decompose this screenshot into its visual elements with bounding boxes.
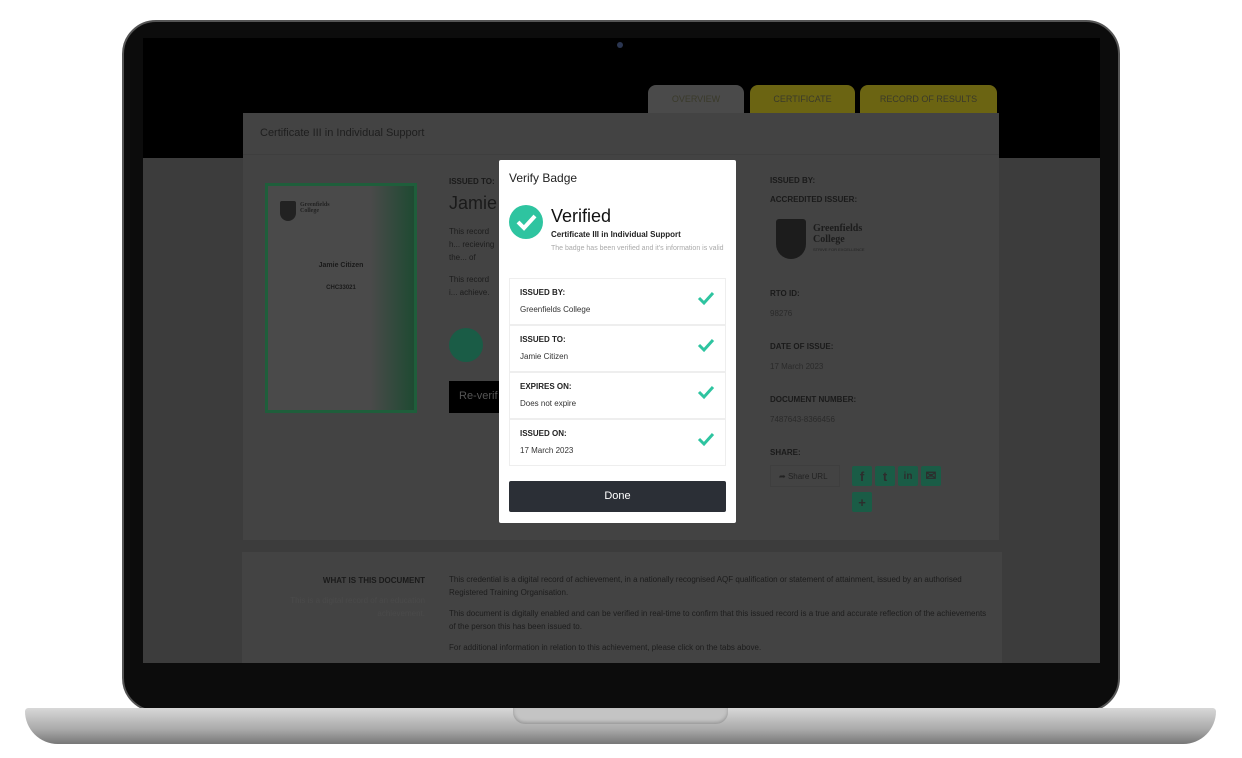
badge-subtitle: Certificate III in Individual Support — [551, 230, 681, 239]
verified-status: Verified — [551, 206, 612, 226]
college-logo-icon — [776, 219, 806, 259]
verify-row: ISSUED BY: Greenfields College — [509, 278, 726, 325]
row-label: ISSUED BY: — [520, 288, 566, 297]
email-icon[interactable]: ✉ — [921, 466, 941, 486]
rto-value: 98276 — [770, 309, 793, 318]
doc-number-label: DOCUMENT NUMBER: — [770, 395, 857, 404]
row-label: ISSUED TO: — [520, 335, 566, 344]
check-icon — [697, 338, 715, 353]
plus-icon[interactable]: + — [852, 492, 872, 512]
about-heading: WHAT IS THIS DOCUMENT — [322, 576, 425, 585]
doc-number-value: 7487643-8366456 — [770, 415, 835, 424]
accredited-issuer-label: ACCREDITED ISSUER: — [770, 195, 858, 204]
tab-certificate[interactable]: CERTIFICATE — [750, 85, 855, 113]
issued-to-label: ISSUED TO: — [449, 177, 495, 186]
college-logo-tagline: STRIVE FOR EXCELLENCE — [813, 247, 865, 252]
about-subtitle: This is a digital record of an education… — [290, 596, 425, 618]
twitter-icon[interactable]: t — [875, 466, 895, 486]
verify-badge-modal: Verify Badge Verified Certificate III in… — [499, 160, 736, 523]
date-label: DATE OF ISSUE: — [770, 342, 834, 351]
about-section: WHAT IS THIS DOCUMENT This is a digital … — [242, 552, 1002, 663]
college-logo-name: Greenfields College — [813, 223, 863, 245]
cert-college: Greenfields College — [300, 202, 330, 214]
record-description-2: This record i... achieve. — [449, 275, 490, 297]
recipient-name: Jamie — [449, 193, 498, 213]
about-paragraph-1: This credential is a digital record of a… — [449, 575, 962, 597]
row-label: ISSUED ON: — [520, 429, 567, 438]
modal-title: Verify Badge — [509, 171, 578, 185]
share-icon: ➦ — [779, 472, 788, 481]
row-value: Does not expire — [520, 399, 577, 408]
verified-check-icon — [449, 328, 483, 362]
screen: OVERVIEW CERTIFICATE RECORD OF RESULTS C… — [143, 38, 1100, 663]
share-label: SHARE: — [770, 448, 801, 457]
tab-record-of-results[interactable]: RECORD OF RESULTS — [860, 85, 997, 113]
date-value: 17 March 2023 — [770, 362, 824, 371]
verify-row: ISSUED ON: 17 March 2023 — [509, 419, 726, 466]
verified-check-icon — [509, 205, 543, 239]
issued-by-label: ISSUED BY: — [770, 176, 816, 185]
row-value: Jamie Citizen — [520, 352, 569, 361]
share-url-button[interactable]: ➦ Share URL — [770, 465, 840, 487]
check-icon — [697, 432, 715, 447]
about-paragraph-3: For additional information in relation t… — [449, 643, 762, 652]
cert-code: CHC33021 — [326, 285, 356, 291]
cert-name: Jamie Citizen — [318, 262, 364, 269]
verification-note: The badge has been verified and it's inf… — [551, 245, 724, 252]
share-url-label: Share URL — [787, 472, 828, 481]
record-description: This record h... recieving the... of Aus… — [449, 227, 495, 262]
certificate-thumbnail[interactable]: Greenfields College Jamie Citizen CHC330… — [265, 183, 417, 413]
facebook-icon[interactable]: f — [852, 466, 872, 486]
laptop-thumb-notch — [513, 708, 728, 724]
card-title: Certificate III in Individual Support — [243, 113, 999, 155]
about-paragraph-2: This document is digitally enabled and c… — [449, 609, 987, 631]
check-icon — [697, 291, 715, 306]
done-button[interactable]: Done — [509, 481, 726, 512]
row-value: 17 March 2023 — [520, 446, 574, 455]
verify-row: ISSUED TO: Jamie Citizen — [509, 325, 726, 372]
verify-row: EXPIRES ON: Does not expire — [509, 372, 726, 419]
row-label: EXPIRES ON: — [520, 382, 572, 391]
tab-overview[interactable]: OVERVIEW — [648, 85, 744, 113]
linkedin-icon[interactable]: in — [898, 466, 918, 486]
row-value: Greenfields College — [520, 305, 591, 314]
shield-icon — [280, 201, 296, 221]
rto-label: RTO ID: — [770, 289, 800, 298]
camera-icon — [617, 42, 623, 48]
check-icon — [697, 385, 715, 400]
